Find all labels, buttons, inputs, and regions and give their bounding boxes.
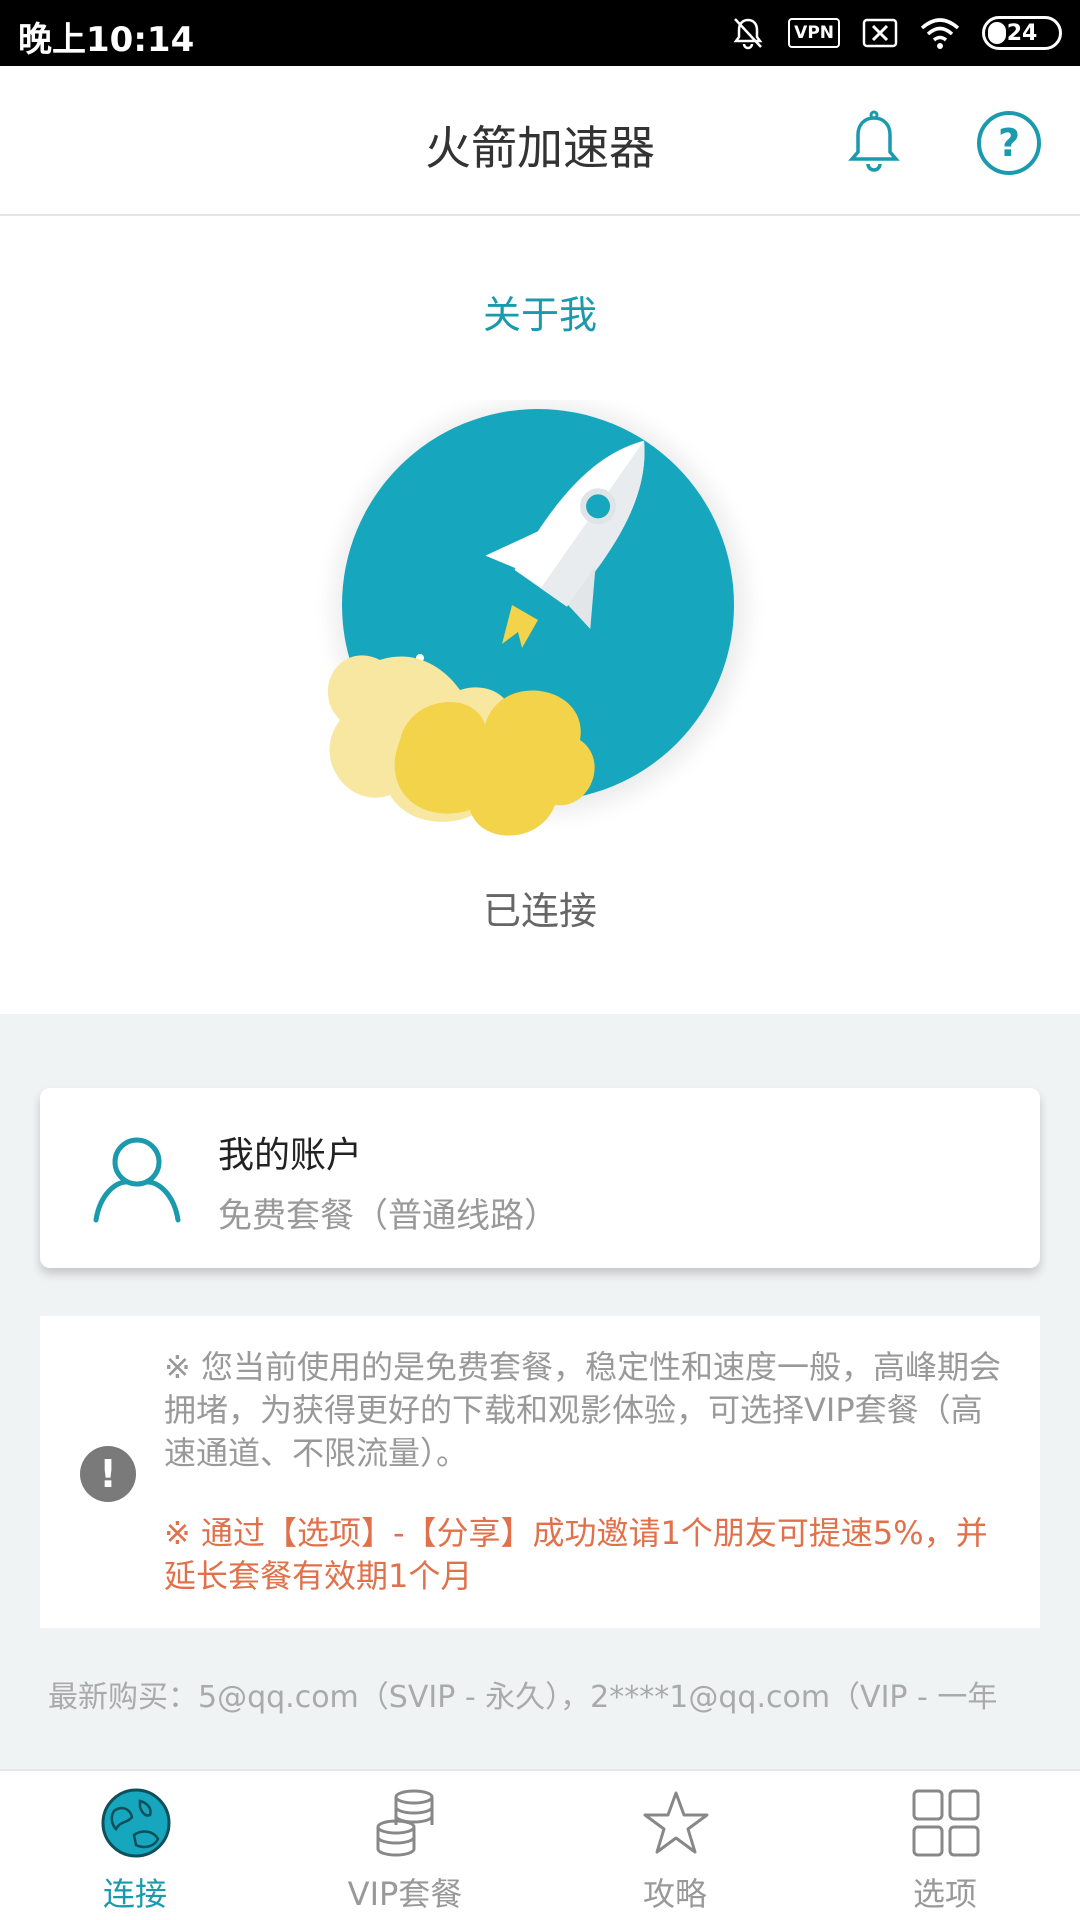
nav-options[interactable]: 选项 xyxy=(810,1771,1080,1920)
status-icons: VPN 24 xyxy=(730,10,1062,56)
account-card[interactable]: 我的账户 免费套餐（普通线路） xyxy=(40,1088,1040,1268)
mute-bell-icon xyxy=(733,18,763,50)
notifications-button[interactable] xyxy=(846,110,902,174)
nav-guide[interactable]: 攻略 xyxy=(540,1771,810,1920)
grid-icon xyxy=(912,1789,980,1857)
notice-free-plan-text: ※ 您当前使用的是免费套餐，稳定性和速度一般，高峰期会拥堵，为获得更好的下载和观… xyxy=(164,1348,1001,1472)
help-icon: ? xyxy=(977,111,1041,175)
coins-icon xyxy=(376,1789,434,1857)
nav-connect-label: 连接 xyxy=(102,1875,167,1913)
nav-vip-plans[interactable]: VIP套餐 xyxy=(270,1771,540,1920)
warning-icon: ! xyxy=(80,1446,136,1502)
star-icon xyxy=(643,1791,709,1854)
globe-icon xyxy=(101,1788,171,1858)
nav-connect[interactable]: 连接 xyxy=(0,1771,270,1920)
bottom-nav: 连接 VIP套餐 攻略 选项 xyxy=(0,1769,1080,1920)
status-bar: 晚上10:14 VPN 24 xyxy=(0,0,1080,66)
no-sim-icon xyxy=(862,18,898,48)
help-button[interactable]: ? xyxy=(976,110,1042,176)
account-plan: 免费套餐（普通线路） xyxy=(218,1196,558,1236)
notice-invite-text: ※ 通过【选项】-【分享】成功邀请1个朋友可提速5%，并延长套餐有效期1个月 xyxy=(164,1514,988,1595)
wifi-icon xyxy=(920,18,960,49)
battery-indicator: 24 xyxy=(982,16,1062,50)
vpn-indicator: VPN xyxy=(788,18,840,48)
connection-status: 已连接 xyxy=(482,889,597,933)
rocket-illustration xyxy=(327,403,745,836)
about-me-link[interactable]: 关于我 xyxy=(0,284,1080,339)
bell-icon xyxy=(848,110,900,172)
help-glyph: ? xyxy=(998,121,1020,165)
nav-options-label: 选项 xyxy=(912,1875,977,1913)
user-icon xyxy=(93,1137,181,1223)
notice-box: ! ※ 您当前使用的是免费套餐，稳定性和速度一般，高峰期会拥堵，为获得更好的下载… xyxy=(40,1316,1040,1628)
battery-level: 24 xyxy=(1006,20,1038,46)
account-title: 我的账户 xyxy=(218,1135,363,1176)
app-header: 火箭加速器 ? xyxy=(0,66,1080,216)
nav-guide-label: 攻略 xyxy=(642,1875,707,1913)
recent-purchases-ticker: 最新购买：5@qq.com（SVIP - 永久），2****1@qq.com（V… xyxy=(48,1680,998,1715)
nav-vip-plans-label: VIP套餐 xyxy=(347,1875,463,1913)
connect-button[interactable] xyxy=(300,400,780,880)
app-title: 火箭加速器 xyxy=(425,121,655,175)
status-time: 晚上10:14 xyxy=(18,20,195,60)
